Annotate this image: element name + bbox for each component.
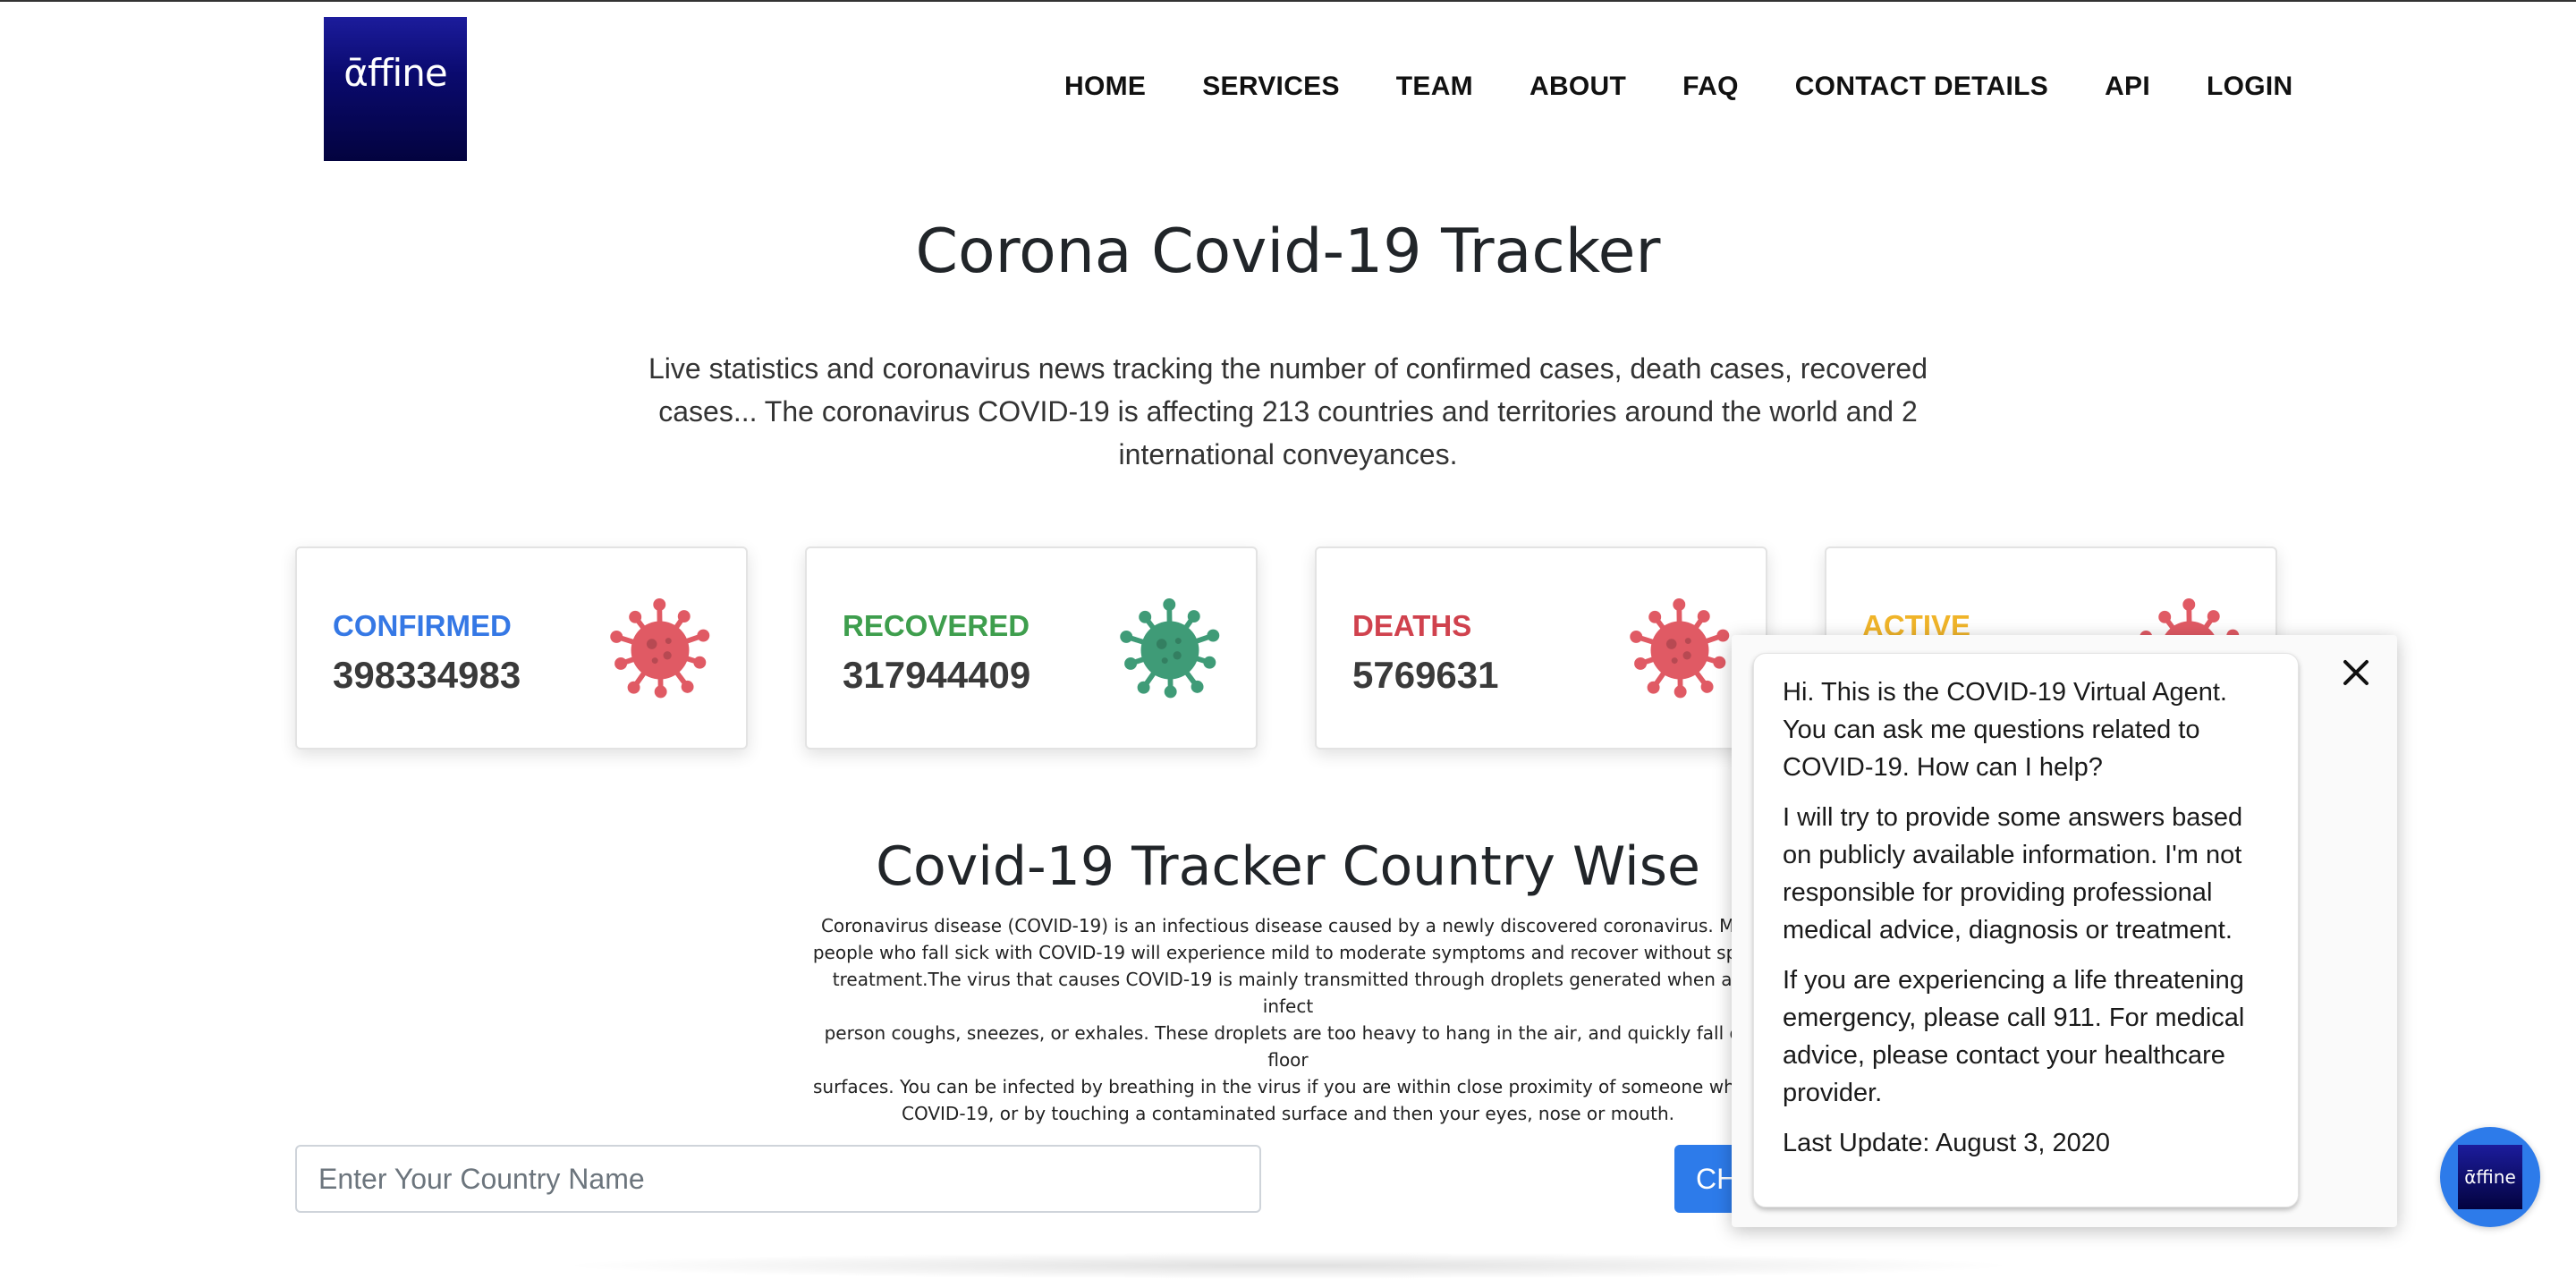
chat-message: Hi. This is the COVID-19 Virtual Agent. … bbox=[1783, 673, 2271, 786]
brand-logo-text: ᾱffine bbox=[343, 51, 446, 95]
chat-launcher-button[interactable]: ᾱffine bbox=[2440, 1127, 2540, 1227]
section-description-line: surfaces. You can be infected by breathi… bbox=[805, 1073, 1771, 1100]
section-description-line: Coronavirus disease (COVID-19) is an inf… bbox=[805, 912, 1771, 939]
chat-panel: Hi. This is the COVID-19 Virtual Agent. … bbox=[1732, 635, 2397, 1227]
nav-contact-details[interactable]: CONTACT DETAILS bbox=[1795, 72, 2048, 102]
nav-login[interactable]: LOGIN bbox=[2207, 72, 2293, 102]
section-description-line: treatment.The virus that causes COVID-19… bbox=[805, 966, 1771, 1020]
section-description-line: person coughs, sneezes, or exhales. Thes… bbox=[805, 1020, 1771, 1073]
stat-card-deaths: DEATHS 5769631 bbox=[1315, 546, 1767, 750]
page-title: Corona Covid-19 Tracker bbox=[0, 216, 2576, 287]
nav-about[interactable]: ABOUT bbox=[1530, 72, 1626, 102]
stat-label: DEATHS bbox=[1352, 609, 1471, 643]
nav-faq[interactable]: FAQ bbox=[1682, 72, 1739, 102]
chat-last-update: Last Update: August 3, 2020 bbox=[1783, 1124, 2271, 1162]
stat-card-recovered: RECOVERED 317944409 bbox=[805, 546, 1258, 750]
stat-label: CONFIRMED bbox=[333, 609, 512, 643]
nav-team[interactable]: TEAM bbox=[1396, 72, 1473, 102]
stat-value: 5769631 bbox=[1352, 654, 1499, 697]
section-description: Coronavirus disease (COVID-19) is an inf… bbox=[805, 912, 1771, 1127]
stat-value: 398334983 bbox=[333, 654, 521, 697]
virus-icon bbox=[1118, 598, 1222, 702]
chat-launcher-logo-text: ᾱffine bbox=[2464, 1166, 2516, 1188]
country-search-input[interactable] bbox=[295, 1145, 1261, 1213]
nav-services[interactable]: SERVICES bbox=[1202, 72, 1340, 102]
stat-card-confirmed: CONFIRMED 398334983 bbox=[295, 546, 748, 750]
chat-launcher-logo: ᾱffine bbox=[2458, 1145, 2522, 1209]
stat-value: 317944409 bbox=[843, 654, 1030, 697]
chat-message-bubble: Hi. This is the COVID-19 Virtual Agent. … bbox=[1753, 653, 2299, 1207]
virus-icon bbox=[1628, 598, 1732, 702]
chat-message: If you are experiencing a life threateni… bbox=[1783, 961, 2271, 1112]
section-description-line: people who fall sick with COVID-19 will … bbox=[805, 939, 1771, 966]
close-icon[interactable] bbox=[2338, 655, 2374, 690]
main-nav: HOME SERVICES TEAM ABOUT FAQ CONTACT DET… bbox=[1064, 72, 2293, 102]
nav-api[interactable]: API bbox=[2105, 72, 2150, 102]
virus-icon bbox=[608, 598, 712, 702]
section-description-line: COVID-19, or by touching a contaminated … bbox=[805, 1100, 1771, 1127]
nav-home[interactable]: HOME bbox=[1064, 72, 1146, 102]
page-intro: Live statistics and coronavirus news tra… bbox=[644, 347, 1932, 476]
stat-label: RECOVERED bbox=[843, 609, 1030, 643]
footer-shadow bbox=[555, 1252, 2021, 1279]
chat-message: I will try to provide some answers based… bbox=[1783, 799, 2271, 949]
brand-logo[interactable]: ᾱffine bbox=[324, 17, 467, 161]
